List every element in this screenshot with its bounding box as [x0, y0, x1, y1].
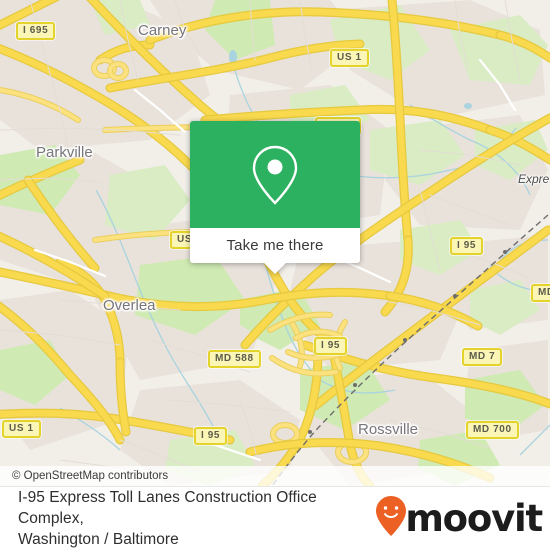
shield-i95-south: I 95	[194, 427, 228, 445]
shield-md700: MD 700	[466, 421, 519, 439]
moovit-smiley-pin-icon	[375, 495, 407, 542]
popup-tail	[264, 263, 286, 274]
map-screenshot: .land{fill:#f2efe9} .res{fill:#e9e2db} .…	[0, 0, 550, 550]
shield-i95-center: I 95	[314, 337, 348, 355]
take-me-there-button[interactable]: Take me there	[190, 228, 360, 274]
moovit-brand[interactable]: moovit	[375, 495, 543, 542]
map-canvas[interactable]: .land{fill:#f2efe9} .res{fill:#e9e2db} .…	[0, 0, 550, 486]
footer-bar: I-95 Express Toll Lanes Construction Off…	[0, 486, 550, 550]
map-attribution: © OpenStreetMap contributors	[0, 466, 550, 486]
popup-image-area	[190, 121, 360, 228]
shield-i95-east: I 95	[450, 237, 484, 255]
shield-md5: MD 5	[531, 284, 550, 302]
shield-md7: MD 7	[462, 348, 503, 366]
shield-us1-south: US 1	[2, 420, 41, 438]
shield-md588: MD 588	[208, 350, 261, 368]
take-me-there-label: Take me there	[226, 237, 324, 254]
location-title-line2: Washington / Baltimore	[18, 531, 179, 548]
map-popup-card[interactable]: Take me there	[190, 121, 360, 274]
location-title: I-95 Express Toll Lanes Construction Off…	[18, 487, 375, 550]
moovit-wordmark: moovit	[405, 497, 543, 540]
location-title-line1: I-95 Express Toll Lanes Construction Off…	[18, 489, 317, 527]
shield-i695: I 695	[16, 22, 56, 40]
shield-us1-north: US 1	[330, 49, 369, 67]
location-pin-icon	[249, 144, 301, 206]
